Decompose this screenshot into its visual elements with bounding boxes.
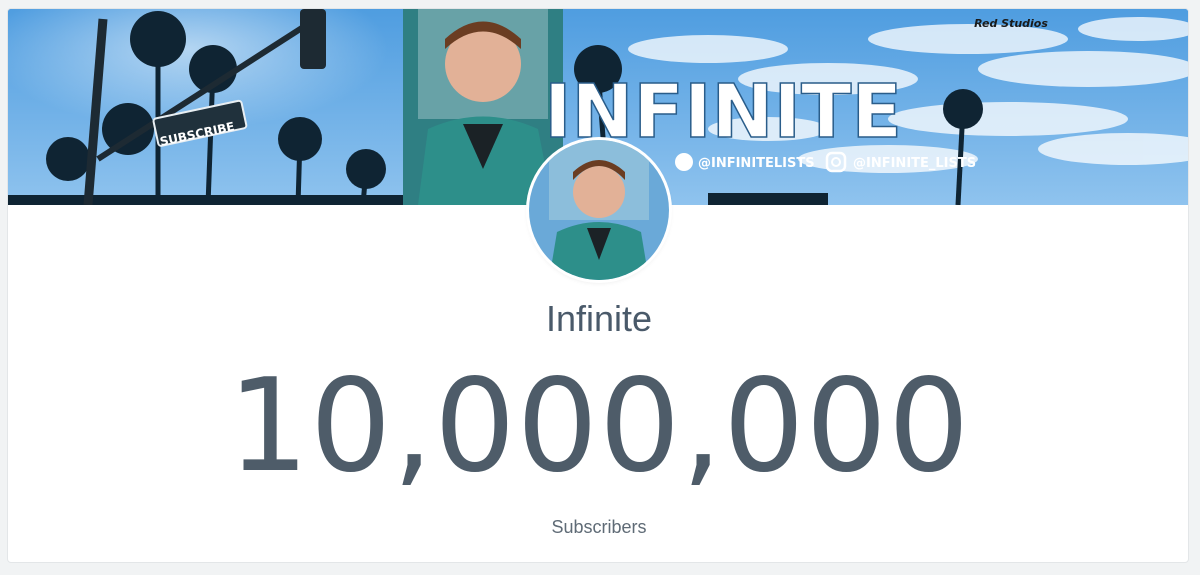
banner-watermark: Red Studios	[974, 17, 1048, 30]
subscriber-count: 10,000,000	[227, 352, 971, 501]
subscribers-label: Subscribers	[551, 517, 647, 537]
svg-text:@INFINITE_LISTS: @INFINITE_LISTS	[853, 156, 976, 171]
svg-text:@INFINITELISTS: @INFINITELISTS	[698, 156, 815, 171]
channel-avatar	[529, 140, 669, 280]
twitter-icon	[675, 153, 693, 171]
channel-name: Infinite	[545, 298, 653, 339]
subscriber-count-card: INFINITE @INFINITELISTS @INFINITE_LISTS …	[7, 8, 1189, 563]
